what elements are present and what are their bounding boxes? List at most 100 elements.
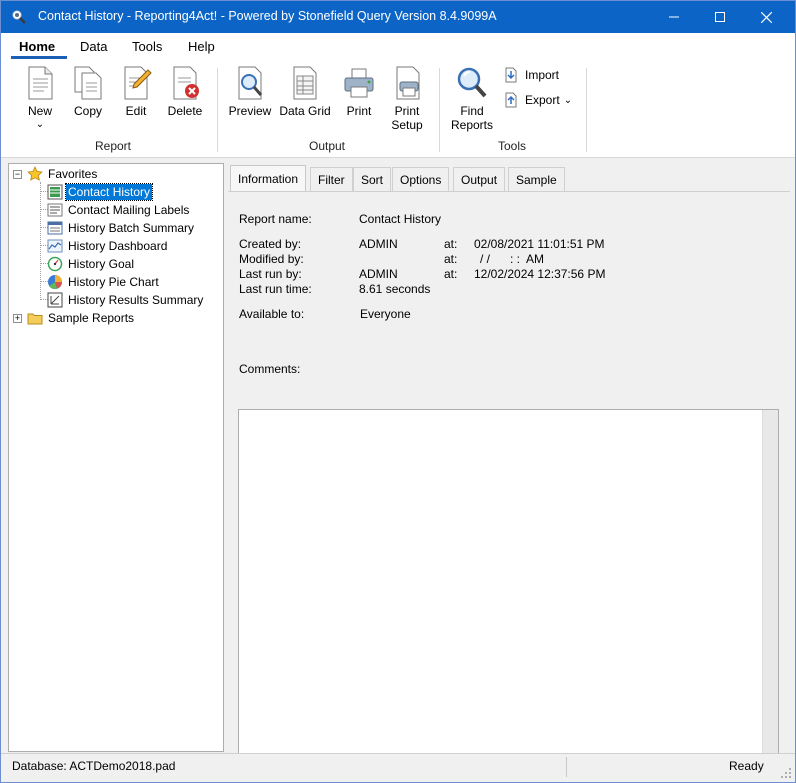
new-button-label: New <box>27 104 52 118</box>
print-setup-label-line2: Setup <box>391 118 423 132</box>
report-group-label: Report <box>94 139 132 153</box>
preview-button[interactable]: Preview <box>227 66 273 118</box>
edit-button-label: Edit <box>125 104 147 118</box>
report-details-panel: Information Filter Sort Options Output S… <box>228 163 790 765</box>
export-button[interactable]: Export ⌄ <box>504 92 572 108</box>
last-run-at-label: at: <box>444 267 458 281</box>
tab-output[interactable]: Output <box>453 167 506 191</box>
find-reports-label-line1: Find <box>460 104 484 118</box>
ribbon: New ⌄ Copy Edit Delete Report Preview Da… <box>1 60 795 158</box>
import-button[interactable]: Import <box>504 67 559 83</box>
results-summary-icon <box>47 292 63 308</box>
created-at-value: 02/08/2021 11:01:51 PM <box>474 237 605 251</box>
preview-magnifier-icon <box>238 66 263 100</box>
tree-item-label: History Goal <box>68 257 135 271</box>
tab-sort[interactable]: Sort <box>353 167 392 191</box>
tree-item-label: Contact Mailing Labels <box>68 203 190 217</box>
modified-at-value: / / : : AM <box>480 252 545 266</box>
print-setup-label-line1: Print <box>394 104 420 118</box>
comments-text <box>239 410 778 418</box>
folder-icon <box>27 313 43 325</box>
tree-node-favorites[interactable]: Favorites <box>27 165 99 183</box>
window-title: Contact History - Reporting4Act! - Power… <box>38 9 497 23</box>
labels-icon <box>47 203 63 217</box>
tree-node-sample-reports[interactable]: Sample Reports <box>27 309 136 327</box>
tree-item-history-pie-chart[interactable]: History Pie Chart <box>47 273 161 291</box>
last-run-by-value: ADMIN <box>359 267 398 281</box>
minimize-button[interactable] <box>651 1 697 33</box>
tab-home[interactable]: Home <box>19 39 55 54</box>
tab-options[interactable]: Options <box>392 167 450 191</box>
created-by-label: Created by: <box>239 237 302 251</box>
information-tab-body: Report name: Contact History Created by:… <box>228 191 790 765</box>
export-label: Export <box>525 93 560 107</box>
modified-by-label: Modified by: <box>239 252 304 266</box>
details-tab-strip: Information Filter Sort Options Output S… <box>228 163 790 192</box>
star-icon <box>27 166 43 181</box>
close-icon <box>760 11 772 23</box>
tree-node-label: Sample Reports <box>48 311 135 325</box>
maximize-button[interactable] <box>697 1 743 33</box>
tab-tools[interactable]: Tools <box>132 39 162 54</box>
import-icon <box>505 67 517 83</box>
favorites-collapse-toggle[interactable]: − <box>13 170 22 179</box>
tree-item-history-results-summary[interactable]: History Results Summary <box>47 291 205 309</box>
edit-button[interactable]: Edit <box>119 66 153 118</box>
new-button[interactable]: New ⌄ <box>23 66 57 130</box>
print-button[interactable]: Print <box>341 66 377 118</box>
ribbon-separator <box>217 68 218 152</box>
comments-textarea[interactable] <box>238 409 779 765</box>
tree-item-label: History Results Summary <box>68 293 204 307</box>
app-icon <box>12 10 26 24</box>
new-dropdown-arrow[interactable]: ⌄ <box>23 120 57 130</box>
printer-icon <box>344 68 374 98</box>
app-window: Contact History - Reporting4Act! - Power… <box>0 0 796 783</box>
tree-item-history-batch-summary[interactable]: History Batch Summary <box>47 219 196 237</box>
sample-reports-expand-toggle[interactable]: + <box>13 314 22 323</box>
ribbon-tab-bar: Home Data Tools Help <box>1 33 795 60</box>
maximize-icon <box>715 12 725 22</box>
print-setup-button[interactable]: Print Setup <box>387 66 427 132</box>
available-to-label: Available to: <box>239 307 305 321</box>
tree-item-label: Contact History <box>64 183 154 201</box>
print-setup-icon <box>396 66 420 100</box>
comments-label: Comments: <box>239 362 301 376</box>
copy-button-label: Copy <box>73 104 102 118</box>
tree-item-contact-history[interactable]: Contact History <box>47 183 154 201</box>
export-dropdown-arrow[interactable]: ⌄ <box>564 95 572 106</box>
tree-item-contact-mailing-labels[interactable]: Contact Mailing Labels <box>47 201 191 219</box>
data-grid-button[interactable]: Data Grid <box>278 66 332 118</box>
tab-help[interactable]: Help <box>188 39 215 54</box>
output-group-label: Output <box>308 139 346 153</box>
delete-document-icon <box>173 66 199 100</box>
edit-pencil-icon <box>124 66 152 100</box>
tab-sample[interactable]: Sample <box>508 167 565 191</box>
last-run-time-label: Last run time: <box>239 282 312 296</box>
title-bar[interactable]: Contact History - Reporting4Act! - Power… <box>1 1 795 33</box>
comments-scrollbar[interactable] <box>762 410 778 764</box>
delete-button[interactable]: Delete <box>167 66 203 118</box>
minimize-icon <box>669 16 679 18</box>
ready-status: Ready <box>729 759 764 773</box>
report-name-label: Report name: <box>239 212 312 226</box>
resize-grip-icon[interactable] <box>780 767 792 779</box>
delete-button-label: Delete <box>167 104 203 118</box>
report-grid-icon <box>47 184 63 200</box>
find-reports-button[interactable]: Find Reports <box>449 66 495 132</box>
tree-item-history-dashboard[interactable]: History Dashboard <box>47 237 169 255</box>
tree-item-history-goal[interactable]: History Goal <box>47 255 136 273</box>
tree-item-label: History Pie Chart <box>68 275 159 289</box>
report-tree[interactable]: − Favorites Contact History Contact Mail… <box>8 163 224 752</box>
report-name-value: Contact History <box>359 212 442 226</box>
tab-information[interactable]: Information <box>230 165 307 192</box>
copy-button[interactable]: Copy <box>71 66 105 118</box>
tab-filter[interactable]: Filter <box>310 167 353 191</box>
close-button[interactable] <box>743 1 789 33</box>
tree-node-label: Favorites <box>48 167 98 181</box>
ribbon-separator <box>586 68 587 152</box>
status-bar: Database: ACTDemo2018.pad Ready <box>1 753 795 782</box>
last-run-time-value: 8.61 seconds <box>359 282 431 296</box>
export-icon <box>505 92 517 108</box>
find-reports-label-line2: Reports <box>450 118 494 132</box>
tab-data[interactable]: Data <box>80 39 107 54</box>
